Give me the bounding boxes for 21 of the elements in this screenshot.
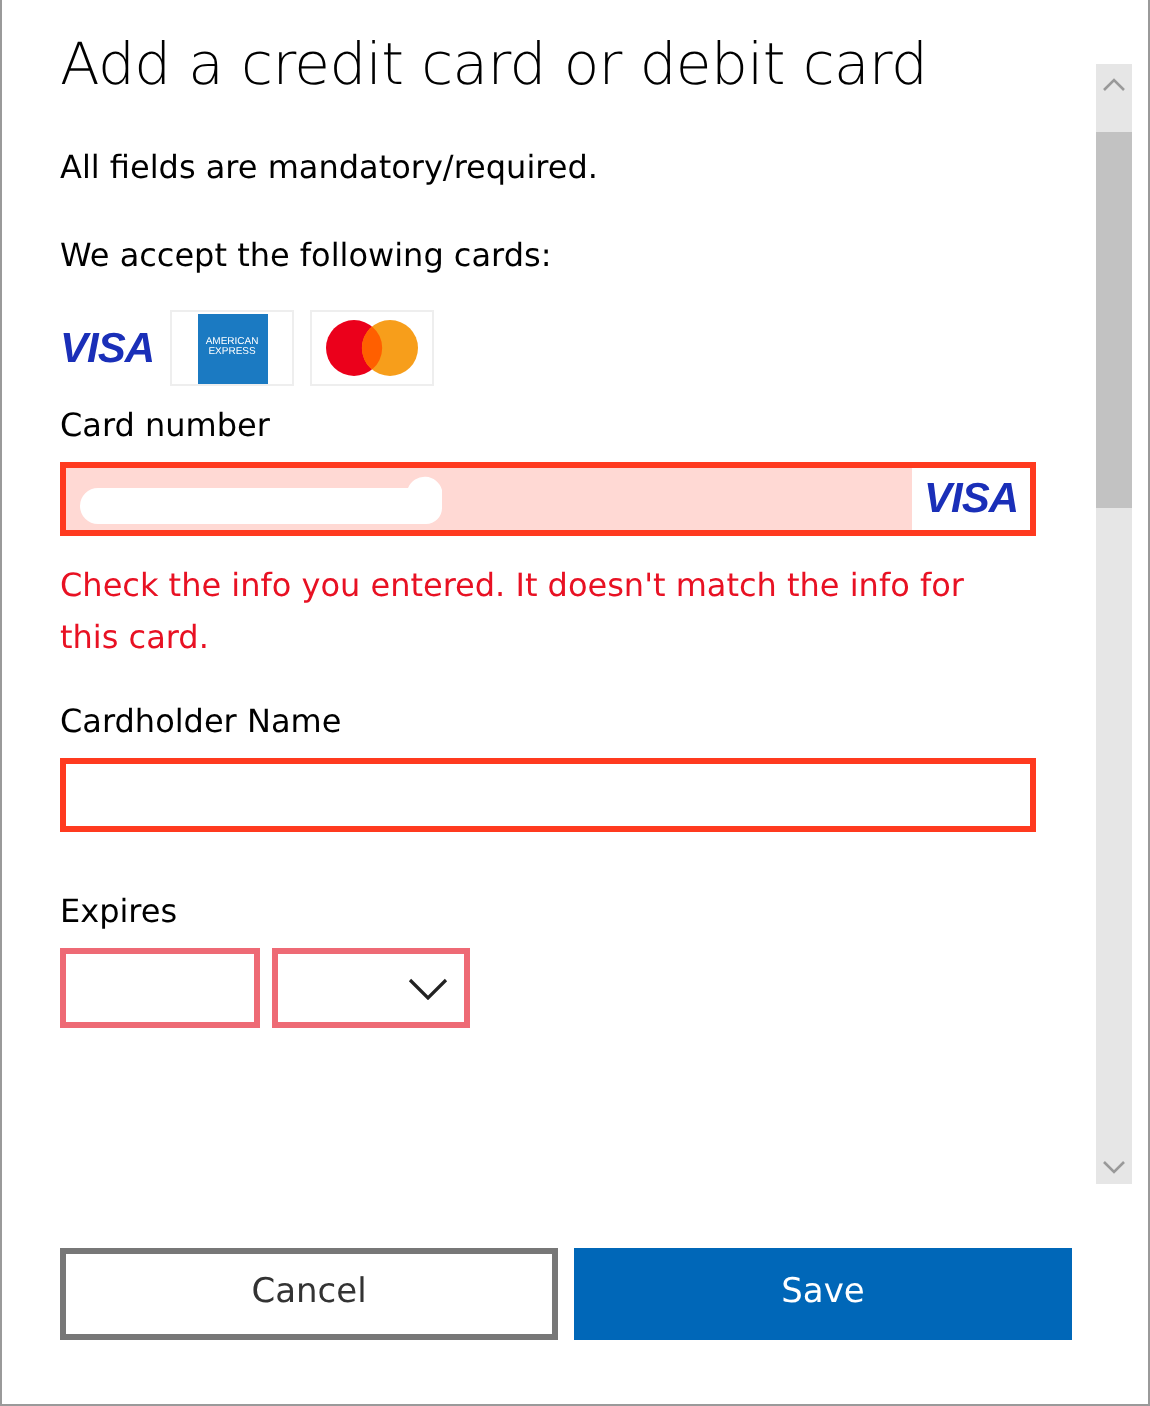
field-label: Expires: [60, 890, 180, 935]
scrollbar-thumb[interactable]: [1096, 132, 1132, 508]
visa-logo: VISA: [923, 474, 1018, 527]
scroll-down-icon[interactable]: [1102, 1160, 1126, 1176]
expiry-month-field[interactable]: [60, 948, 260, 1029]
accepted-cards-label: We accept the following cards:: [60, 236, 554, 279]
error-message: Check the info you entered. It doesn't match the info for this card.: [60, 564, 966, 660]
mastercard-logo: [322, 318, 423, 379]
required-note: All fields are mandatory/required.: [60, 147, 600, 189]
scrollbar[interactable]: [1096, 64, 1132, 1184]
dialog-title: Add a credit card or debit card: [60, 28, 930, 102]
card-number-field[interactable]: VISA: [60, 462, 1036, 537]
cardholder-name-field[interactable]: [60, 758, 1036, 833]
visa-logo: VISA: [60, 323, 155, 376]
field-label: Card number: [60, 404, 272, 449]
field-label: Cardholder Name: [60, 700, 344, 745]
expiry-year-dropdown[interactable]: [272, 948, 470, 1029]
chevron-down-icon: [408, 977, 448, 1000]
save-button[interactable]: Save: [574, 1248, 1072, 1340]
cancel-button[interactable]: Cancel: [60, 1248, 558, 1340]
scroll-up-icon[interactable]: [1102, 76, 1126, 92]
